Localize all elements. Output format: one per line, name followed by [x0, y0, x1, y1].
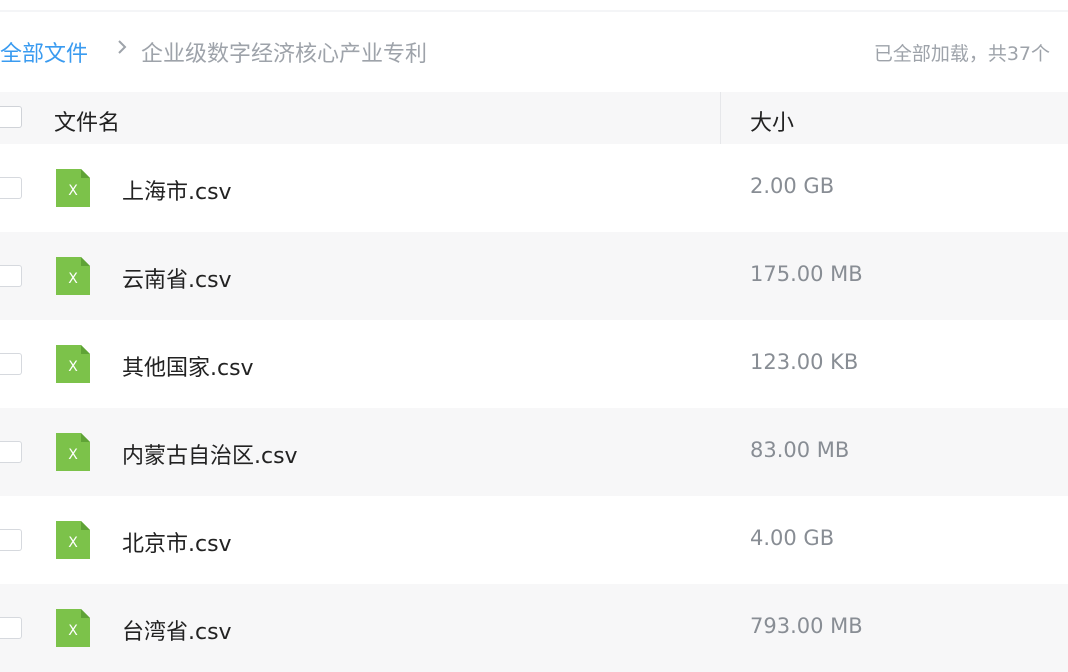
svg-text:X: X: [68, 271, 78, 287]
file-name[interactable]: 云南省.csv: [122, 262, 232, 294]
row-checkbox[interactable]: [0, 353, 22, 375]
chevron-right-icon: [118, 40, 127, 54]
file-size: 175.00 MB: [750, 262, 863, 286]
breadcrumb: 全部文件 企业级数字经济核心产业专利 已全部加载，共37个: [0, 12, 1068, 92]
breadcrumb-current-folder: 企业级数字经济核心产业专利: [141, 42, 428, 67]
file-row[interactable]: X 云南省.csv 175.00 MB: [0, 232, 1068, 320]
row-checkbox[interactable]: [0, 177, 22, 199]
file-name[interactable]: 内蒙古自治区.csv: [122, 438, 298, 470]
file-size: 83.00 MB: [750, 438, 850, 462]
select-all-checkbox[interactable]: [0, 106, 22, 128]
column-divider[interactable]: [720, 92, 721, 144]
file-list: X 上海市.csv 2.00 GB X 云南省.csv 175.00 MB X …: [0, 144, 1068, 672]
row-checkbox[interactable]: [0, 441, 22, 463]
file-name[interactable]: 台湾省.csv: [122, 614, 232, 646]
file-row[interactable]: X 上海市.csv 2.00 GB: [0, 144, 1068, 232]
row-checkbox[interactable]: [0, 617, 22, 639]
file-size: 2.00 GB: [750, 174, 835, 198]
table-header: 文件名 大小: [0, 92, 1068, 144]
file-size: 123.00 KB: [750, 350, 859, 374]
column-header-size[interactable]: 大小: [750, 105, 794, 137]
file-row[interactable]: X 北京市.csv 4.00 GB: [0, 496, 1068, 584]
excel-file-icon: X: [56, 257, 90, 295]
excel-file-icon: X: [56, 345, 90, 383]
excel-file-icon: X: [56, 609, 90, 647]
file-name[interactable]: 上海市.csv: [122, 174, 232, 206]
excel-file-icon: X: [56, 521, 90, 559]
file-row[interactable]: X 内蒙古自治区.csv 83.00 MB: [0, 408, 1068, 496]
top-strip: [0, 0, 1068, 12]
breadcrumb-root-link[interactable]: 全部文件: [0, 36, 88, 68]
excel-file-icon: X: [56, 433, 90, 471]
load-status-text: 已全部加载，共37个: [873, 43, 1050, 65]
file-row[interactable]: X 台湾省.csv 793.00 MB: [0, 584, 1068, 672]
row-checkbox[interactable]: [0, 265, 22, 287]
excel-file-icon: X: [56, 169, 90, 207]
file-name[interactable]: 北京市.csv: [122, 526, 232, 558]
svg-text:X: X: [68, 535, 78, 551]
svg-text:X: X: [68, 359, 78, 375]
row-checkbox[interactable]: [0, 529, 22, 551]
svg-text:X: X: [68, 623, 78, 639]
column-header-name[interactable]: 文件名: [54, 105, 120, 137]
svg-text:X: X: [68, 183, 78, 199]
file-name[interactable]: 其他国家.csv: [122, 350, 254, 382]
svg-text:X: X: [68, 447, 78, 463]
file-row[interactable]: X 其他国家.csv 123.00 KB: [0, 320, 1068, 408]
file-size: 4.00 GB: [750, 526, 835, 550]
file-size: 793.00 MB: [750, 614, 863, 638]
